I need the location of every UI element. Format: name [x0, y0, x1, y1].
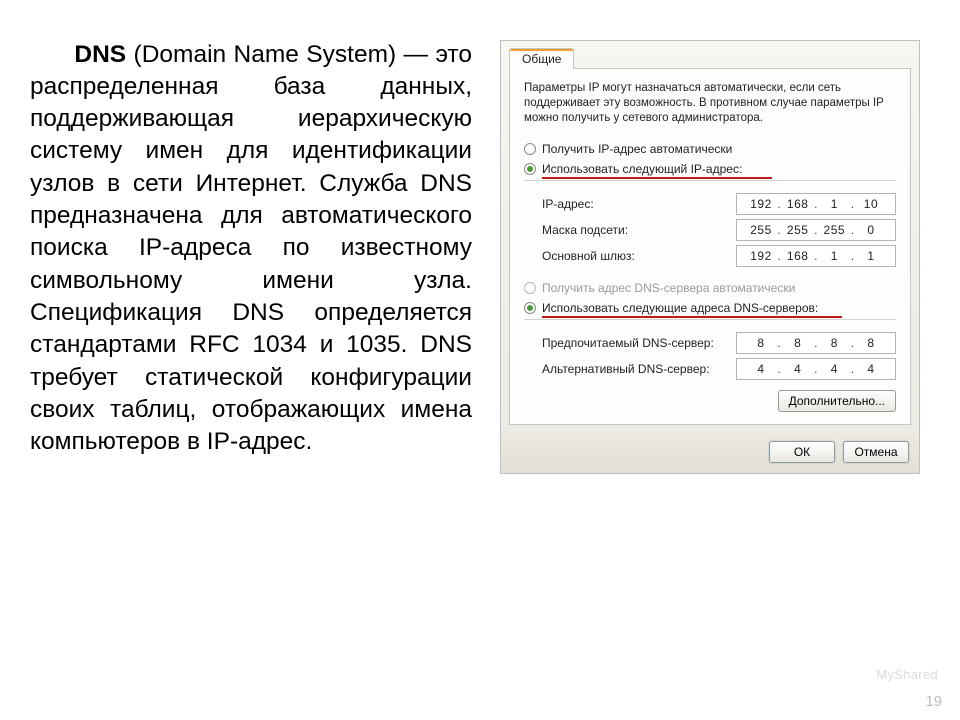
- tcpip-properties-dialog: Общие Параметры IP могут назначаться авт…: [500, 40, 920, 474]
- dns-lead: DNS: [74, 41, 126, 68]
- dns-body: (Domain Name System) — это распределенна…: [30, 41, 472, 456]
- cancel-button[interactable]: Отмена: [843, 441, 909, 463]
- preferred-dns-label: Предпочитаемый DNS-сервер:: [542, 336, 714, 350]
- radio-use-following-ip[interactable]: Использовать следующий IP-адрес:: [524, 162, 896, 176]
- alternate-dns-input[interactable]: 4. 4. 4. 4: [736, 358, 896, 380]
- radio-icon: [524, 143, 536, 155]
- radio-use-following-dns[interactable]: Использовать следующие адреса DNS-сервер…: [524, 301, 896, 315]
- default-gateway-input[interactable]: 192. 168. 1. 1: [736, 245, 896, 267]
- page-number: 19: [925, 693, 942, 710]
- tab-general[interactable]: Общие: [509, 48, 574, 69]
- subnet-mask-input[interactable]: 255. 255. 255. 0: [736, 219, 896, 241]
- radio-icon: [524, 163, 536, 175]
- alternate-dns-label: Альтернативный DNS-сервер:: [542, 362, 710, 376]
- highlight-underline: [542, 316, 842, 318]
- radio-icon: [524, 282, 536, 294]
- preferred-dns-input[interactable]: 8. 8. 8. 8: [736, 332, 896, 354]
- radio-obtain-ip-auto[interactable]: Получить IP-адрес автоматически: [524, 142, 896, 156]
- ip-address-input[interactable]: 192. 168. 1. 10: [736, 193, 896, 215]
- radio-obtain-dns-auto: Получить адрес DNS-сервера автоматически: [524, 281, 896, 295]
- ok-button[interactable]: ОК: [769, 441, 835, 463]
- default-gateway-label: Основной шлюз:: [542, 249, 635, 263]
- subnet-mask-label: Маска подсети:: [542, 223, 628, 237]
- radio-icon: [524, 302, 536, 314]
- highlight-underline: [542, 177, 772, 179]
- watermark: MyShared: [876, 667, 938, 682]
- advanced-button[interactable]: Дополнительно...: [778, 390, 896, 412]
- dns-paragraph: DNS (Domain Name System) — это распредел…: [30, 39, 472, 459]
- ip-address-label: IP-адрес:: [542, 197, 594, 211]
- intro-text: Параметры IP могут назначаться автоматич…: [524, 81, 896, 126]
